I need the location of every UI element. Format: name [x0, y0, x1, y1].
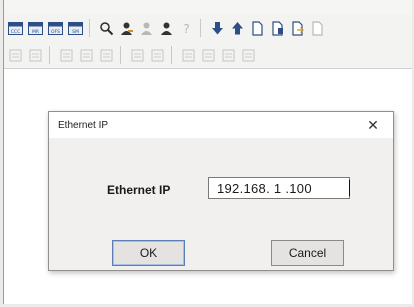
disabled-print-icon[interactable] — [220, 47, 237, 64]
disabled-image-icon[interactable] — [27, 47, 44, 64]
tag-ofs-icon[interactable]: OFS — [47, 20, 64, 37]
document-check-icon[interactable] — [309, 20, 326, 37]
toolbar-secondary — [4, 42, 412, 69]
ethernet-ip-input[interactable] — [208, 177, 350, 199]
svg-text:CCC: CCC — [11, 29, 20, 35]
disabled-grid-icon[interactable] — [149, 47, 166, 64]
close-icon[interactable]: ✕ — [363, 115, 383, 135]
disabled-arrow-icon[interactable] — [7, 47, 24, 64]
disabled-transfer-icon[interactable] — [98, 47, 115, 64]
svg-text:SM: SM — [72, 29, 79, 35]
document-icon[interactable] — [249, 20, 266, 37]
toolbar-separator — [49, 46, 50, 64]
toolbar-separator — [120, 46, 121, 64]
dialog-body: Ethernet IP OK Cancel — [49, 138, 393, 270]
document-export-icon[interactable] — [289, 20, 306, 37]
disabled-search-icon[interactable] — [58, 47, 75, 64]
cancel-button[interactable]: Cancel — [271, 240, 344, 266]
ethernet-ip-dialog: Ethernet IP ✕ Ethernet IP OK Cancel — [48, 111, 394, 271]
ok-button[interactable]: OK — [112, 240, 185, 266]
search-icon[interactable] — [98, 20, 115, 37]
toolbar-main: CCC MR OFS SM? — [4, 14, 412, 43]
text-caret — [349, 180, 350, 196]
dialog-title: Ethernet IP — [58, 119, 109, 131]
upload-arrow-icon[interactable] — [229, 20, 246, 37]
disabled-table-icon[interactable] — [200, 47, 217, 64]
disabled-page-icon[interactable] — [180, 47, 197, 64]
toolbar-separator — [89, 19, 90, 37]
toolbar-separator — [200, 19, 201, 37]
dialog-titlebar: Ethernet IP ✕ — [49, 112, 393, 138]
tag-sm-icon[interactable]: SM — [67, 20, 84, 37]
tag-cc-icon[interactable]: CCC — [7, 20, 24, 37]
svg-text:OFS: OFS — [51, 29, 60, 35]
tag-mr-icon[interactable]: MR — [27, 20, 44, 37]
svg-text:?: ? — [183, 22, 189, 36]
disabled-delete-icon[interactable] — [240, 47, 257, 64]
ethernet-ip-label: Ethernet IP — [107, 183, 171, 197]
user-icon[interactable] — [158, 20, 175, 37]
disabled-window-icon[interactable] — [129, 47, 146, 64]
user-edit-icon[interactable] — [118, 20, 135, 37]
svg-text:MR: MR — [32, 29, 39, 35]
download-arrow-icon[interactable] — [209, 20, 226, 37]
disabled-list-icon[interactable] — [78, 47, 95, 64]
document-copy-icon[interactable] — [269, 20, 286, 37]
help-icon[interactable]: ? — [178, 20, 195, 37]
toolbar-separator — [171, 46, 172, 64]
user-disabled-icon[interactable] — [138, 20, 155, 37]
